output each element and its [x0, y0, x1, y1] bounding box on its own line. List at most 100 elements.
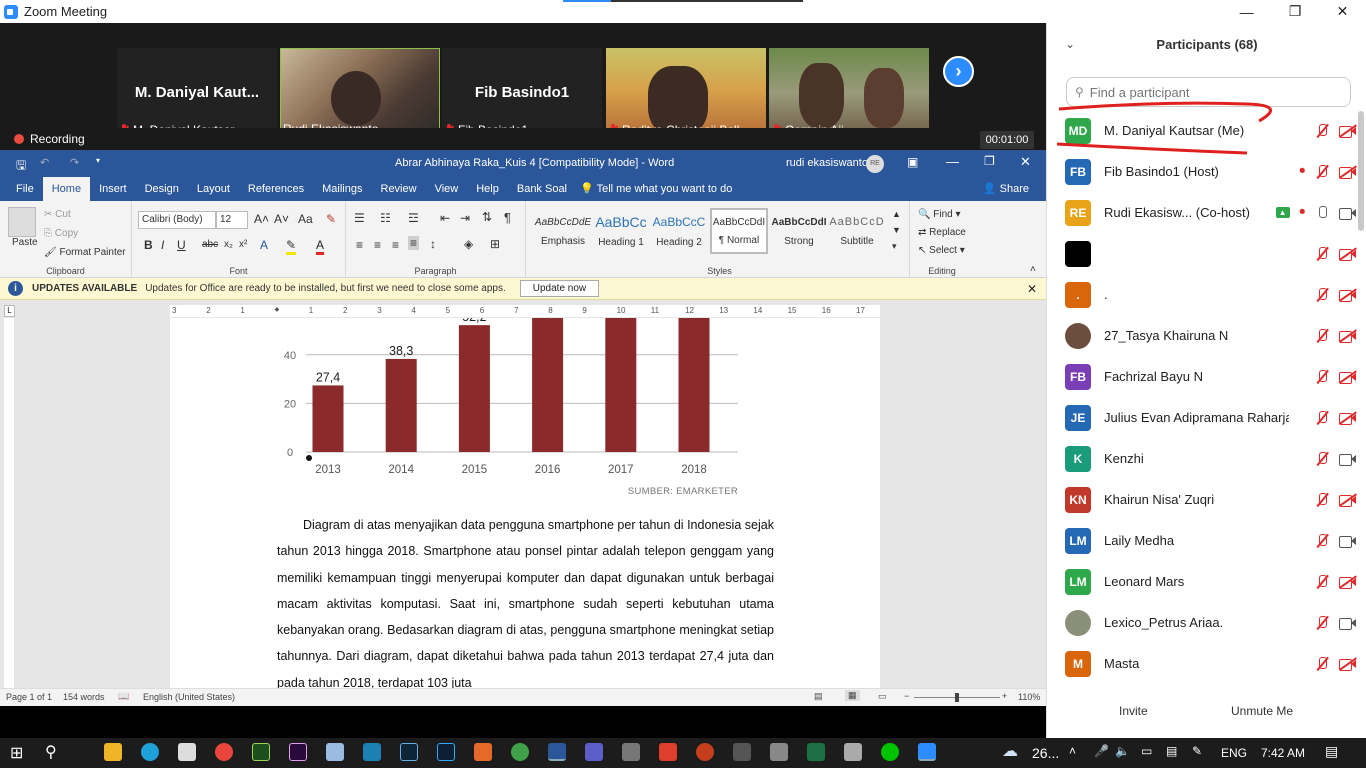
tab-insert[interactable]: Insert	[90, 177, 136, 201]
app-icon[interactable]	[363, 743, 381, 761]
clock[interactable]: 7:42 AM	[1261, 746, 1305, 760]
mic-icon[interactable]	[1315, 205, 1329, 221]
edge-icon[interactable]	[141, 743, 159, 761]
teams-icon[interactable]	[585, 743, 603, 761]
video-off-icon[interactable]	[1339, 288, 1357, 302]
language-indicator[interactable]: ENG	[1221, 746, 1247, 760]
style-heading-1[interactable]: AaBbCc Heading 1	[592, 209, 650, 253]
video-off-icon[interactable]	[1339, 575, 1357, 589]
align-right-icon[interactable]: ≡	[392, 238, 399, 252]
increase-indent-icon[interactable]: ⇥	[460, 211, 470, 225]
user-avatar[interactable]: RE	[866, 155, 884, 173]
participant-row[interactable]: Lexico_Petrus Ariaa.	[1047, 602, 1357, 643]
shading-icon[interactable]: ◈	[464, 237, 473, 251]
tab-file[interactable]: File	[7, 177, 43, 201]
participant-row[interactable]: LM Laily Medha	[1047, 520, 1357, 561]
zoom-out-icon[interactable]: −	[904, 691, 909, 701]
tab-selector-icon[interactable]: L	[4, 305, 15, 317]
participant-row[interactable]: JE Julius Evan Adipramana Raharja...	[1047, 397, 1357, 438]
muted-mic-icon[interactable]	[1315, 451, 1329, 467]
copy-button[interactable]: ⎘ Copy	[44, 228, 78, 239]
participant-row[interactable]: RE Rudi Ekasisw... (Co-host) ▲ ⏺	[1047, 192, 1357, 233]
app-icon[interactable]	[770, 743, 788, 761]
volume-icon[interactable]: 🔈	[1115, 744, 1130, 758]
video-tile[interactable]: Fib Basindo1 Fib Basindo1	[442, 48, 602, 139]
muted-mic-icon[interactable]	[1315, 369, 1329, 385]
battery-icon[interactable]: ▭	[1141, 744, 1152, 758]
powerpoint-icon[interactable]	[696, 743, 714, 761]
tab-design[interactable]: Design	[136, 177, 188, 201]
weather-label[interactable]: 26...	[1032, 745, 1059, 761]
search-icon[interactable]: ⚲	[45, 742, 57, 762]
style-heading-2[interactable]: AaBbCcC Heading 2	[650, 209, 708, 253]
customize-toolbar-icon[interactable]: ▾	[96, 156, 100, 165]
video-tile[interactable]: Rudi Ekasiswanto	[280, 48, 440, 139]
participant-row[interactable]: 27_Tasya Khairuna N	[1047, 315, 1357, 356]
unmute-me-button[interactable]: Unmute Me	[1231, 704, 1293, 718]
styles-scroll-down-icon[interactable]: ▼	[892, 225, 901, 235]
participant-row[interactable]: FB Fachrizal Bayu N	[1047, 356, 1357, 397]
font-name-select[interactable]: Calibri (Body)	[138, 211, 216, 229]
store-icon[interactable]	[178, 743, 196, 761]
zoom-level[interactable]: 110%	[1018, 692, 1040, 702]
audition-icon[interactable]	[252, 743, 270, 761]
muted-mic-icon[interactable]	[1315, 533, 1329, 549]
clear-formatting-icon[interactable]: ✎	[326, 212, 336, 226]
update-now-button[interactable]: Update now	[519, 280, 600, 297]
superscript-icon[interactable]: x²	[239, 239, 247, 250]
participant-row[interactable]: ..	[1047, 274, 1357, 315]
zoom-icon[interactable]	[918, 743, 936, 761]
video-icon[interactable]	[1339, 452, 1357, 466]
borders-icon[interactable]: ⊞	[490, 237, 500, 251]
participant-row[interactable]: LM Leonard Mars	[1047, 561, 1357, 602]
video-tile[interactable]: Qornain Aji	[769, 48, 929, 139]
style-normal[interactable]: AaBbCcDdI ¶ Normal	[710, 208, 768, 254]
restore-icon[interactable]: ❐	[1289, 3, 1302, 20]
invite-button[interactable]: Invite	[1119, 704, 1148, 718]
paste-icon[interactable]	[8, 207, 36, 237]
font-color-icon[interactable]: A	[316, 238, 325, 255]
video-icon[interactable]	[1339, 206, 1357, 220]
strikethrough-icon[interactable]: abc	[202, 239, 218, 250]
style-emphasis[interactable]: AaBbCcDdE Emphasis	[534, 209, 592, 253]
underline-icon[interactable]: U	[177, 238, 186, 252]
muted-mic-icon[interactable]	[1315, 164, 1329, 180]
muted-mic-icon[interactable]	[1315, 656, 1329, 672]
line-icon[interactable]	[881, 743, 899, 761]
network-icon[interactable]: ▤	[1166, 744, 1177, 758]
video-tile[interactable]: M. Daniyal Kaut... M. Daniyal Kautsar	[117, 48, 277, 139]
video-tile[interactable]: Raditya Christoaji Ball...	[606, 48, 766, 139]
file-explorer-icon[interactable]	[104, 743, 122, 761]
chrome-icon[interactable]	[215, 743, 233, 761]
muted-mic-icon[interactable]	[1315, 287, 1329, 303]
zoom-in-icon[interactable]: +	[1002, 691, 1007, 701]
muted-mic-icon[interactable]	[1315, 615, 1329, 631]
styles-scroll-up-icon[interactable]: ▲	[892, 209, 901, 219]
shrink-font-icon[interactable]: A˅	[274, 212, 289, 226]
tell-me-box[interactable]: 💡 Tell me what you want to do	[576, 177, 741, 201]
style-strong[interactable]: AaBbCcDdI Strong	[770, 209, 828, 253]
web-layout-icon[interactable]: ▭	[878, 691, 887, 702]
windows-start-icon[interactable]: ⊞	[10, 743, 23, 763]
justify-icon[interactable]: ≡	[408, 236, 420, 250]
numbering-icon[interactable]: ☷	[380, 211, 391, 225]
read-mode-icon[interactable]: ▤	[814, 691, 823, 702]
proofing-icon[interactable]: 📖	[118, 691, 129, 702]
save-icon[interactable]: 🖫	[16, 156, 26, 177]
body-paragraph[interactable]: Diagram di atas menyajikan data pengguna…	[277, 512, 774, 688]
tab-home[interactable]: Home	[42, 177, 91, 201]
video-off-icon[interactable]	[1339, 411, 1357, 425]
collapse-ribbon-icon[interactable]: ˄	[1030, 264, 1036, 275]
pdf-icon[interactable]	[659, 743, 677, 761]
app-icon[interactable]	[733, 743, 751, 761]
change-case-icon[interactable]: Aa	[298, 212, 313, 226]
muted-mic-icon[interactable]	[1315, 246, 1329, 262]
video-off-icon[interactable]	[1339, 247, 1357, 261]
tab-references[interactable]: References	[239, 177, 313, 201]
video-off-icon[interactable]	[1339, 165, 1357, 179]
close-update-icon[interactable]: ✕	[1027, 282, 1037, 296]
close-icon[interactable]: ✕	[1337, 3, 1349, 20]
replace-button[interactable]: ⇄ Replace	[918, 227, 966, 238]
word-count[interactable]: 154 words	[63, 692, 105, 702]
redo-icon[interactable]: ↷	[70, 156, 79, 169]
